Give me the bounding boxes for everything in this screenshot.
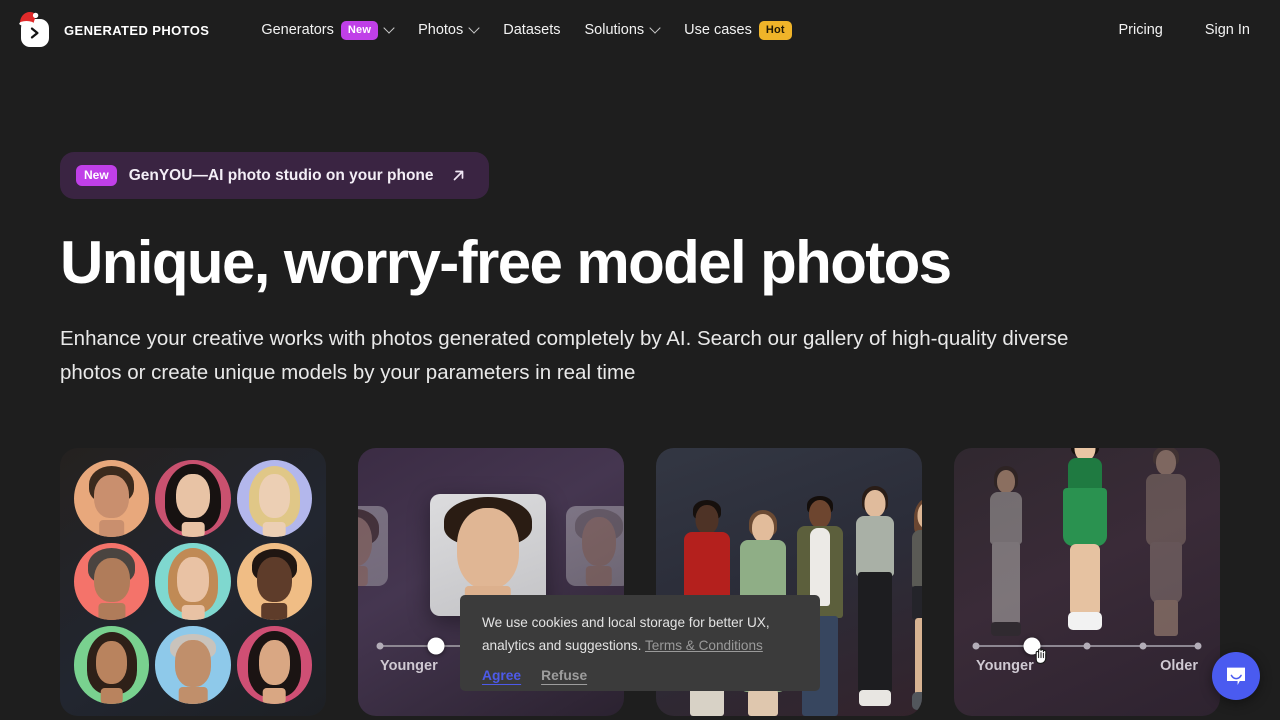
cookie-actions: Agree Refuse [482, 668, 802, 683]
logo-wrap [18, 12, 52, 47]
nav-item-sign-in[interactable]: Sign In [1195, 16, 1260, 44]
avatar [236, 626, 312, 704]
page-title: Unique, worry-free model photos [60, 229, 952, 296]
avatar-grid [74, 459, 312, 704]
hero-section: New GenYOU—AI photo studio on your phone… [0, 60, 1280, 390]
nav-item-datasets[interactable]: Datasets [491, 16, 572, 44]
avatar [236, 459, 312, 537]
nav-item-label: Photos [418, 22, 464, 38]
slider-label-left: Younger [976, 657, 1034, 674]
slider-knob[interactable] [427, 637, 444, 655]
slider-track[interactable] [972, 637, 1202, 664]
slider-tick [1194, 642, 1202, 650]
slider-label-right: Older [1160, 657, 1198, 674]
model-figure [900, 490, 922, 716]
nav-item-pricing[interactable]: Pricing [1109, 16, 1173, 44]
cookie-message: We use cookies and local storage for bet… [482, 611, 802, 658]
slider-tick [972, 642, 980, 650]
promo-text: GenYOU—AI photo studio on your phone [128, 166, 434, 184]
genyou-promo-banner[interactable]: New GenYOU—AI photo studio on your phone [60, 152, 489, 199]
face-grid-card[interactable] [60, 447, 326, 716]
avatar [155, 542, 231, 621]
grab-hand-cursor-icon [1033, 646, 1050, 670]
body-figure-old [1136, 447, 1196, 638]
nav-item-photos[interactable]: Photos [406, 16, 491, 44]
chevron-down-icon [470, 24, 479, 33]
promo-badge-new: New [76, 165, 117, 186]
slider-label-left: Younger [380, 657, 438, 674]
body-morph-stage [954, 447, 1220, 638]
nav-links: Generators New Photos Datasets Solutions… [261, 15, 803, 46]
cookie-consent-banner: We use cookies and local storage for bet… [460, 595, 820, 691]
nav-item-solutions[interactable]: Solutions [572, 16, 672, 44]
model-figure [846, 484, 904, 716]
nav-item-generators[interactable]: Generators New [261, 15, 406, 46]
chat-bubble-icon [1227, 667, 1245, 685]
avatar [74, 459, 150, 537]
avatar [74, 626, 150, 704]
nav-badge-hot: Hot [758, 20, 792, 40]
cookie-line-1: We use cookies and local storage for bet… [482, 615, 770, 630]
chevron-down-icon [651, 24, 660, 33]
terms-and-conditions-link[interactable]: Terms & Conditions [645, 638, 763, 653]
body-figure-main [1050, 447, 1120, 638]
intercom-chat-launcher[interactable] [1212, 652, 1260, 700]
top-navigation-bar: GENERATED PHOTOS Generators New Photos D… [0, 0, 1280, 60]
cookie-refuse-button[interactable]: Refuse [541, 668, 587, 683]
brand-logo[interactable]: GENERATED PHOTOS [18, 12, 210, 47]
headshot-left [358, 505, 388, 586]
nav-badge-new: New [340, 20, 379, 40]
avatar [74, 542, 150, 621]
nav-item-label: Generators [261, 22, 334, 38]
body-figure-young [980, 465, 1032, 638]
cookie-line-2: analytics and suggestions. [482, 638, 642, 654]
nav-right-group: Pricing Sign In [1109, 16, 1260, 44]
slider-tick [376, 642, 384, 650]
avatar [155, 626, 231, 704]
avatar [155, 459, 231, 537]
nav-item-label: Use cases [684, 22, 752, 38]
avatar [236, 542, 312, 621]
brand-name: GENERATED PHOTOS [64, 22, 210, 38]
age-morph-body-card[interactable]: Younger Older [954, 447, 1220, 716]
chevron-down-icon [385, 24, 394, 33]
slider-labels: Younger Older [976, 658, 1198, 674]
hero-subtitle: Enhance your creative works with photos … [60, 327, 1069, 384]
santa-hat-icon [19, 12, 39, 27]
slider-tick [1139, 642, 1146, 650]
headshot-right [566, 505, 624, 586]
nav-item-label: Datasets [503, 22, 561, 38]
cookie-agree-button[interactable]: Agree [482, 668, 521, 683]
arrow-up-right-icon [450, 167, 467, 184]
nav-item-label: Solutions [584, 22, 645, 38]
age-slider-body[interactable]: Younger Older [972, 637, 1202, 674]
nav-item-use-cases[interactable]: Use cases Hot [672, 15, 804, 46]
slider-tick [1083, 642, 1091, 650]
